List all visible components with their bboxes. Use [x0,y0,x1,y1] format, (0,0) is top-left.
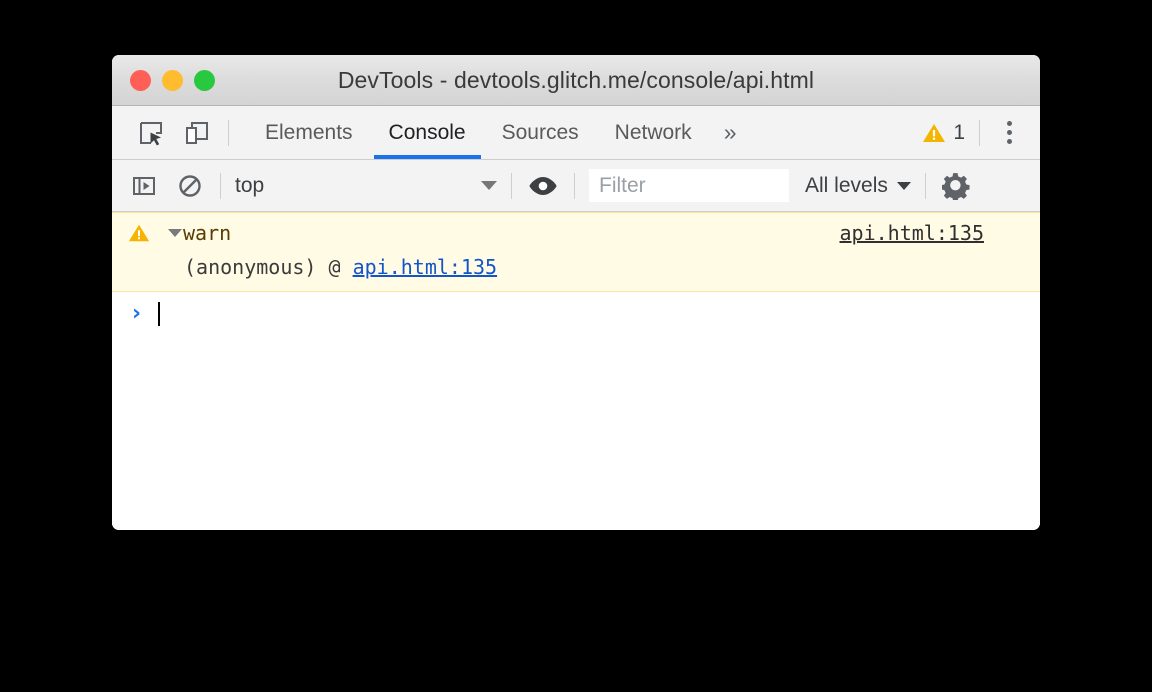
live-expression-eye-icon[interactable] [526,169,560,203]
more-tabs-icon[interactable]: » [710,106,751,159]
filter-input[interactable]: Filter [589,169,789,202]
window-titlebar: DevTools - devtools.glitch.me/console/ap… [112,55,1040,106]
text-cursor [158,302,161,326]
gear-icon[interactable] [940,170,972,202]
devtools-window: DevTools - devtools.glitch.me/console/ap… [112,55,1040,530]
execution-context-value: top [235,173,265,197]
tabbar-divider [228,119,229,146]
console-toolbar-divider-1 [220,172,221,199]
log-levels-dropdown[interactable]: All levels [805,174,911,198]
zoom-button[interactable] [194,69,215,91]
warning-count-value: 1 [953,120,965,144]
stack-frame-name: (anonymous) @ [184,255,353,279]
stack-frame-link[interactable]: api.html:135 [353,255,498,279]
warning-triangle-icon [128,224,150,242]
close-button[interactable] [130,69,151,91]
console-message-source-link[interactable]: api.html:135 [840,221,985,245]
traffic-lights [130,69,215,91]
devtools-tabbar: Elements Console Sources Network » 1 [112,106,1040,160]
console-prompt-row[interactable]: › [112,292,1040,336]
console-toolbar-divider-4 [924,172,926,199]
chevron-down-icon [896,181,911,190]
console-message-text: warn [183,221,232,245]
console-toolbar-divider-3 [574,172,575,199]
console-output: warn api.html:135 (anonymous) @ api.html… [112,212,1040,530]
tabbar-right-group: 1 [922,118,1040,148]
log-levels-value: All levels [805,173,888,197]
minimize-button[interactable] [162,69,183,91]
tab-network[interactable]: Network [597,106,710,159]
triangle-down-icon[interactable] [168,229,182,237]
device-toolbar-icon[interactable] [180,116,214,150]
console-toolbar-divider-2 [511,172,512,199]
console-stack-trace: (anonymous) @ api.html:135 [112,254,1040,280]
tab-sources[interactable]: Sources [484,106,597,159]
console-message-warning[interactable]: warn api.html:135 (anonymous) @ api.html… [112,212,1040,292]
tab-console[interactable]: Console [371,106,484,159]
tab-elements[interactable]: Elements [247,106,371,159]
clear-console-icon[interactable] [174,170,206,202]
chevron-down-icon [481,181,497,190]
tabbar-right-divider [979,119,980,146]
inspect-element-icon[interactable] [134,116,168,150]
console-toolbar: top Filter All levels [112,160,1040,212]
warning-count-badge[interactable]: 1 [922,121,965,145]
execution-context-dropdown[interactable]: top [235,170,497,202]
kebab-menu-icon[interactable] [994,118,1024,148]
console-sidebar-toggle-icon[interactable] [128,170,160,202]
panel-tabs: Elements Console Sources Network » [247,106,750,159]
console-message-header: warn api.html:135 [112,220,1040,246]
warning-triangle-icon [923,123,946,142]
prompt-chevron-icon: › [132,301,142,326]
window-title: DevTools - devtools.glitch.me/console/ap… [337,66,815,93]
